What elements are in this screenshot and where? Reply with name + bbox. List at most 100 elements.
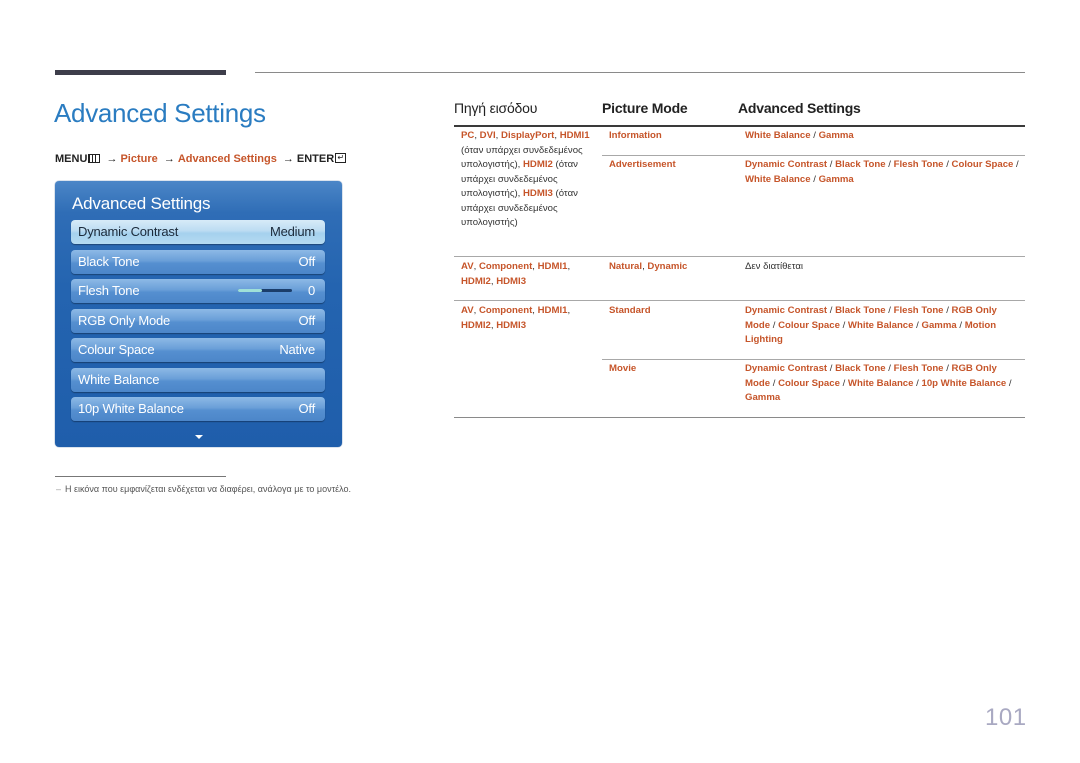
- setting-name: White Balance: [745, 130, 811, 141]
- setting-separator: /: [810, 130, 819, 141]
- item-name: HDMI3: [496, 319, 527, 331]
- osd-item-label: Flesh Tone: [78, 283, 140, 298]
- table-bottom-rule: [454, 417, 1025, 418]
- osd-item-value: 0: [307, 283, 315, 298]
- setting-name: Black Tone: [835, 363, 886, 374]
- table-cell-settings: Δεν διατίθεται: [745, 261, 804, 272]
- footnote-text: Η εικόνα που εμφανίζεται ενδέχεται να δι…: [65, 484, 352, 494]
- setting-separator: /: [810, 173, 819, 185]
- table-cell-source: AV, Component, HDMI1, HDMI2, HDMI3: [461, 304, 597, 333]
- item-name: Component: [478, 305, 533, 316]
- item-separator: ,: [567, 305, 571, 316]
- footnote-dash: –: [56, 484, 62, 494]
- source-name: HDMI2: [523, 159, 553, 170]
- setting-separator: /: [956, 319, 965, 331]
- table-cell-source: PC, DVI, DisplayPort, HDMI1 (όταν υπάρχε…: [461, 129, 597, 231]
- source-name: HDMI3: [523, 188, 553, 199]
- setting-separator: /: [827, 363, 836, 374]
- item-name: HDMI2: [461, 275, 491, 287]
- footnote-rule: [55, 476, 226, 477]
- setting-name: Black Tone: [835, 305, 886, 316]
- item-name: HDMI1: [537, 261, 568, 272]
- item-name: Component: [478, 261, 533, 272]
- breadcrumb-arrow: →: [282, 153, 294, 165]
- osd-item-value: Medium: [269, 224, 315, 239]
- breadcrumb-menu: MENU: [55, 153, 88, 165]
- footnote: – Η εικόνα που εμφανίζεται ενδέχεται να δ…: [56, 484, 351, 494]
- setting-name: Dynamic Contrast: [745, 159, 828, 170]
- breadcrumb: MENU → Picture → Advanced Settings → ENTER ↵: [55, 153, 347, 165]
- table-row-divider: [454, 300, 1025, 301]
- source-name: DisplayPort: [501, 130, 555, 141]
- osd-item-dynamic-contrast[interactable]: Dynamic Contrast Medium: [71, 220, 325, 244]
- setting-name: Flesh Tone: [893, 159, 944, 170]
- slider-fill: [238, 289, 263, 292]
- setting-separator: /: [827, 159, 836, 170]
- osd-item-label: White Balance: [78, 372, 160, 387]
- table-cell-settings: Dynamic Contrast / Black Tone / Flesh To…: [745, 304, 1020, 348]
- osd-item-flesh-tone[interactable]: Flesh Tone 0: [71, 279, 325, 303]
- setting-name: Gamma: [818, 173, 854, 185]
- breadcrumb-advanced-settings: Advanced Settings: [177, 153, 277, 165]
- setting-separator: /: [839, 377, 848, 389]
- setting-name: White Balance: [847, 319, 914, 331]
- breadcrumb-arrow: →: [163, 153, 175, 165]
- setting-name: Black Tone: [835, 159, 886, 170]
- osd-menu-panel: Advanced Settings Dynamic Contrast Mediu…: [55, 181, 342, 447]
- table-cell-source: AV, Component, HDMI1, HDMI2, HDMI3: [461, 260, 597, 289]
- setting-separator: /: [1006, 377, 1012, 389]
- osd-item-label: Dynamic Contrast: [78, 224, 179, 239]
- setting-name: Flesh Tone: [893, 305, 944, 316]
- enter-icon: ↵: [335, 153, 347, 164]
- breadcrumb-enter: ENTER: [296, 153, 335, 165]
- setting-separator: /: [1013, 159, 1019, 170]
- source-name: PC: [461, 130, 475, 141]
- source-name: HDMI1: [559, 130, 590, 141]
- table-header-input-source: Πηγή εισόδου: [454, 100, 538, 116]
- osd-item-colour-space[interactable]: Colour Space Native: [71, 338, 325, 362]
- chevron-down-icon[interactable]: [195, 435, 203, 439]
- table-cell-mode: Information: [609, 130, 662, 141]
- table-cell-mode: Advertisement: [609, 159, 676, 170]
- osd-item-value: Off: [298, 254, 315, 269]
- table-header-picture-mode: Picture Mode: [602, 100, 688, 116]
- setting-separator: /: [885, 363, 894, 374]
- item-separator: ,: [567, 261, 571, 272]
- setting-name: Colour Space: [951, 159, 1014, 170]
- source-name: DVI: [479, 130, 496, 141]
- osd-item-label: RGB Only Mode: [78, 313, 171, 328]
- flesh-tone-slider[interactable]: [238, 289, 292, 292]
- setting-name: Dynamic Contrast: [745, 305, 828, 316]
- setting-name: White Balance: [847, 377, 914, 389]
- setting-separator: /: [885, 305, 894, 316]
- osd-item-value: Off: [298, 313, 315, 328]
- osd-item-label: Colour Space: [78, 342, 155, 357]
- setting-separator: /: [885, 159, 894, 170]
- item-name: HDMI3: [496, 275, 527, 287]
- osd-item-white-balance[interactable]: White Balance: [71, 368, 325, 392]
- table-cell-mode: Natural, Dynamic: [609, 260, 734, 275]
- setting-separator: /: [943, 159, 952, 170]
- osd-item-rgb-only-mode[interactable]: RGB Only Mode Off: [71, 309, 325, 333]
- table-row-divider: [454, 256, 1025, 257]
- table-cell-mode: Standard: [609, 305, 651, 316]
- osd-item-10p-white-balance[interactable]: 10p White Balance Off: [71, 397, 325, 421]
- table-cell-settings: White Balance / Gamma: [745, 129, 1020, 144]
- setting-name: Gamma: [745, 392, 781, 403]
- item-name: AV: [461, 305, 474, 316]
- breadcrumb-arrow: →: [106, 153, 118, 165]
- setting-separator: /: [943, 305, 952, 316]
- table-row-divider: [602, 155, 1025, 156]
- item-name: HDMI1: [537, 305, 568, 316]
- osd-item-black-tone[interactable]: Black Tone Off: [71, 250, 325, 274]
- table-header-advanced-settings: Advanced Settings: [738, 100, 861, 116]
- setting-name: Colour Space: [778, 377, 840, 389]
- item-name: AV: [461, 261, 474, 272]
- breadcrumb-picture: Picture: [120, 153, 158, 165]
- page-title: Advanced Settings: [54, 98, 266, 128]
- table-header-rule: [454, 125, 1025, 127]
- menu-grid-icon: [88, 153, 101, 163]
- setting-separator: /: [770, 377, 779, 389]
- item-name: Dynamic: [647, 261, 688, 272]
- setting-name: Flesh Tone: [893, 363, 944, 374]
